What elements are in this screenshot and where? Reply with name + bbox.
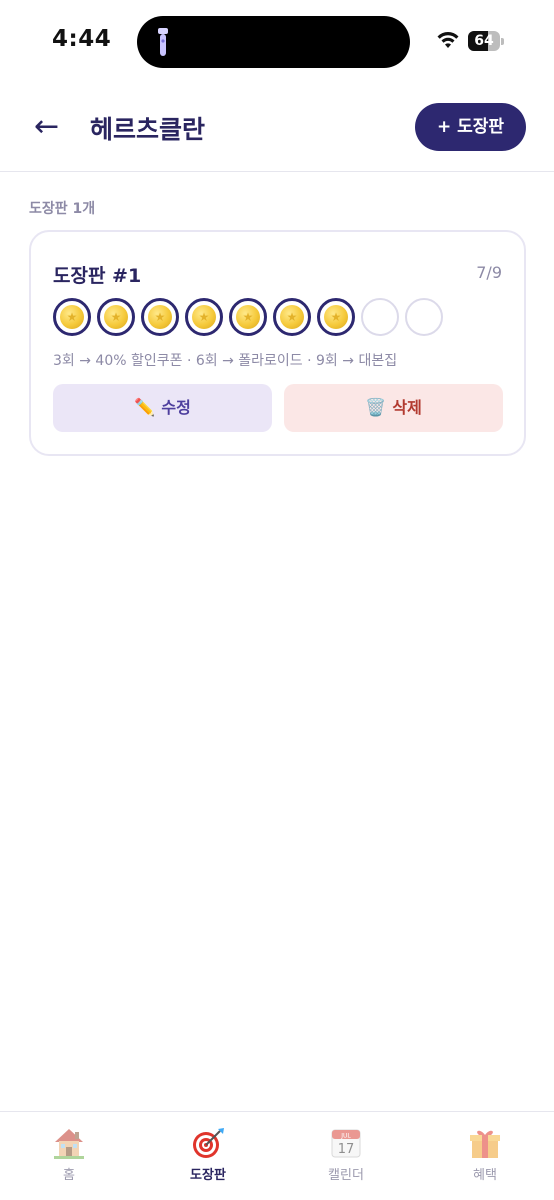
battery-cap	[501, 38, 504, 45]
stamp-filled	[317, 298, 355, 336]
page-header: ← 헤르츠클란 + 도장판	[0, 82, 554, 172]
stamp-filled	[185, 298, 223, 336]
delete-button-label: 삭제	[392, 398, 422, 417]
stamp-row	[53, 298, 443, 336]
stamp-filled	[229, 298, 267, 336]
status-bar: 4:44 64	[0, 0, 554, 82]
board-title: 도장판 #1	[53, 265, 142, 287]
house-icon	[54, 1129, 84, 1159]
stamp-filled	[97, 298, 135, 336]
tab-home-label: 홈	[63, 1168, 75, 1183]
delete-button[interactable]: 🗑️ 삭제	[284, 384, 503, 432]
page-title: 헤르츠클란	[90, 115, 206, 144]
dart-target-icon	[193, 1128, 224, 1158]
tab-benefits-label: 혜택	[473, 1168, 497, 1183]
battery-body: 64	[468, 31, 500, 51]
tab-calendar-label: 캘린더	[328, 1168, 364, 1183]
gold-coin-icon	[236, 305, 260, 329]
tab-stamp-board-label: 도장판	[190, 1168, 226, 1183]
gold-coin-icon	[104, 305, 128, 329]
tab-stamp-board[interactable]: 도장판	[158, 1126, 258, 1183]
edit-button-label: 수정	[161, 398, 191, 417]
board-progress: 7/9	[476, 263, 502, 282]
status-time: 4:44	[52, 26, 112, 52]
calendar-icon-month: JUL	[340, 1133, 351, 1140]
add-board-button[interactable]: + 도장판	[415, 103, 526, 151]
edit-button[interactable]: ✏️ 수정	[53, 384, 272, 432]
gold-coin-icon	[192, 305, 216, 329]
tab-benefits[interactable]: 혜택	[435, 1126, 535, 1183]
gold-coin-icon	[60, 305, 84, 329]
dynamic-island	[137, 16, 410, 68]
flashlight-icon	[158, 28, 168, 56]
bottom-tab-bar: 홈 도장판 JUL 17 캘린더 혜택	[0, 1111, 554, 1200]
gold-coin-icon	[148, 305, 172, 329]
calendar-icon-day: 17	[338, 1142, 355, 1157]
stamp-filled	[141, 298, 179, 336]
gold-coin-icon	[280, 305, 304, 329]
battery-percent: 64	[474, 33, 494, 49]
trash-can-icon: 🗑️	[365, 398, 387, 418]
back-arrow-icon[interactable]: ←	[34, 110, 68, 144]
reward-description: 3회 → 40% 할인쿠폰 · 6회 → 폴라로이드 · 9회 → 대본집	[53, 353, 398, 369]
board-count-label: 도장판 1개	[29, 201, 96, 217]
wifi-icon	[437, 32, 459, 48]
pencil-icon: ✏️	[134, 398, 156, 418]
gold-coin-icon	[324, 305, 348, 329]
tab-home[interactable]: 홈	[19, 1126, 119, 1183]
stamp-empty	[405, 298, 443, 336]
calendar-icon: JUL 17	[331, 1129, 361, 1158]
battery-indicator: 64	[468, 31, 504, 51]
stamp-filled	[273, 298, 311, 336]
stamp-empty	[361, 298, 399, 336]
stamp-board-card: 도장판 #1 7/9 3회 → 40% 할인쿠폰 · 6회 → 폴라로이드 · …	[29, 230, 526, 456]
tab-calendar[interactable]: JUL 17 캘린더	[296, 1126, 396, 1183]
gift-icon	[470, 1130, 500, 1158]
stamp-filled	[53, 298, 91, 336]
